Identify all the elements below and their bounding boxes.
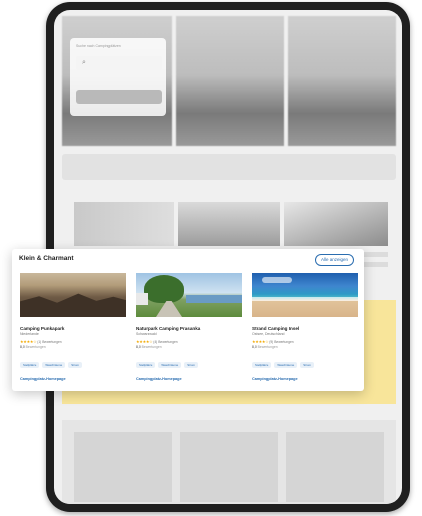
- campsite-card: Klein & Charmant Alle anzeigen Camping P…: [12, 249, 364, 391]
- campsite-meta: 8,0 Bewertungen: [20, 345, 46, 349]
- rating-text: (9) Bewertungen: [269, 340, 294, 344]
- rating-text: (4) Bewertungen: [153, 340, 178, 344]
- star-rating: ★★★★☆ (9) Bewertungen: [252, 339, 358, 344]
- homepage-link[interactable]: Campingplatz-Homepage: [252, 377, 358, 381]
- campsite-location: Schwarzwald: [136, 332, 157, 336]
- amenity-tags: Stellplätze Waschräume Strom: [136, 353, 242, 371]
- amenity-tag: Stellplätze: [20, 362, 40, 368]
- amenity-tag: Stellplätze: [136, 362, 156, 368]
- thumbnail-image: [178, 202, 280, 246]
- amenity-tag: Waschräume: [158, 362, 182, 368]
- amenity-tag: Strom: [184, 362, 198, 368]
- campsite-photo[interactable]: [20, 273, 126, 317]
- placeholder-tile: [74, 432, 172, 502]
- stars-icon: ★★★★☆: [252, 339, 269, 344]
- campsite-location: Niederlande: [20, 332, 39, 336]
- search-button[interactable]: [76, 90, 162, 104]
- stars-icon: ★★★★☆: [136, 339, 153, 344]
- campsite-item[interactable]: Strand Camping Insel Ostsee, Deutschland…: [252, 273, 358, 381]
- amenity-tag: Waschräume: [274, 362, 298, 368]
- rating-text: (1) Bewertungen: [37, 340, 62, 344]
- campsite-meta: 8,0 Bewertungen: [252, 345, 278, 349]
- search-icon: ⌕: [82, 59, 86, 66]
- campsite-name[interactable]: Naturpark Camping Prasanka: [136, 326, 242, 331]
- stars-icon: ★★★★☆: [20, 339, 37, 344]
- camera-dots: [221, 4, 235, 17]
- placeholder-tile: [286, 432, 384, 502]
- homepage-link[interactable]: Campingplatz-Homepage: [20, 377, 126, 381]
- card-title: Klein & Charmant: [19, 255, 74, 262]
- campsite-item[interactable]: Naturpark Camping Prasanka Schwarzwald ★…: [136, 273, 242, 381]
- hero-image: [288, 16, 396, 146]
- hero-image: [176, 16, 284, 146]
- amenity-tag: Waschräume: [42, 362, 66, 368]
- amenity-tag: Stellplätze: [252, 362, 272, 368]
- placeholder-bar: [62, 154, 396, 180]
- campsite-location: Ostsee, Deutschland: [252, 332, 285, 336]
- campsite-meta: 8,0 Bewertungen: [136, 345, 162, 349]
- campsite-photo[interactable]: [136, 273, 242, 317]
- amenity-tags: Stellplätze Waschräume Strom: [20, 353, 126, 371]
- show-all-button[interactable]: Alle anzeigen: [314, 254, 354, 266]
- thumbnail-image: [284, 202, 388, 246]
- star-rating: ★★★★☆ (4) Bewertungen: [136, 339, 242, 344]
- search-panel: Suche nach Campingplätzen ⌕: [70, 38, 166, 116]
- amenity-tag: Strom: [68, 362, 82, 368]
- homepage-link[interactable]: Campingplatz-Homepage: [136, 377, 242, 381]
- placeholder-tile: [180, 432, 278, 502]
- campsite-photo[interactable]: [252, 273, 358, 317]
- bottom-section: [62, 420, 396, 504]
- campsite-name[interactable]: Camping Punkapark: [20, 326, 126, 331]
- campsite-item[interactable]: Camping Punkapark Niederlande ★★★★☆ (1) …: [20, 273, 126, 381]
- amenity-tags: Stellplätze Waschräume Strom: [252, 353, 358, 371]
- amenity-tag: Strom: [300, 362, 314, 368]
- search-label: Suche nach Campingplätzen: [76, 44, 121, 48]
- search-input[interactable]: ⌕: [76, 56, 162, 70]
- campsite-name[interactable]: Strand Camping Insel: [252, 326, 358, 331]
- thumbnail-image: [74, 202, 174, 246]
- star-rating: ★★★★☆ (1) Bewertungen: [20, 339, 126, 344]
